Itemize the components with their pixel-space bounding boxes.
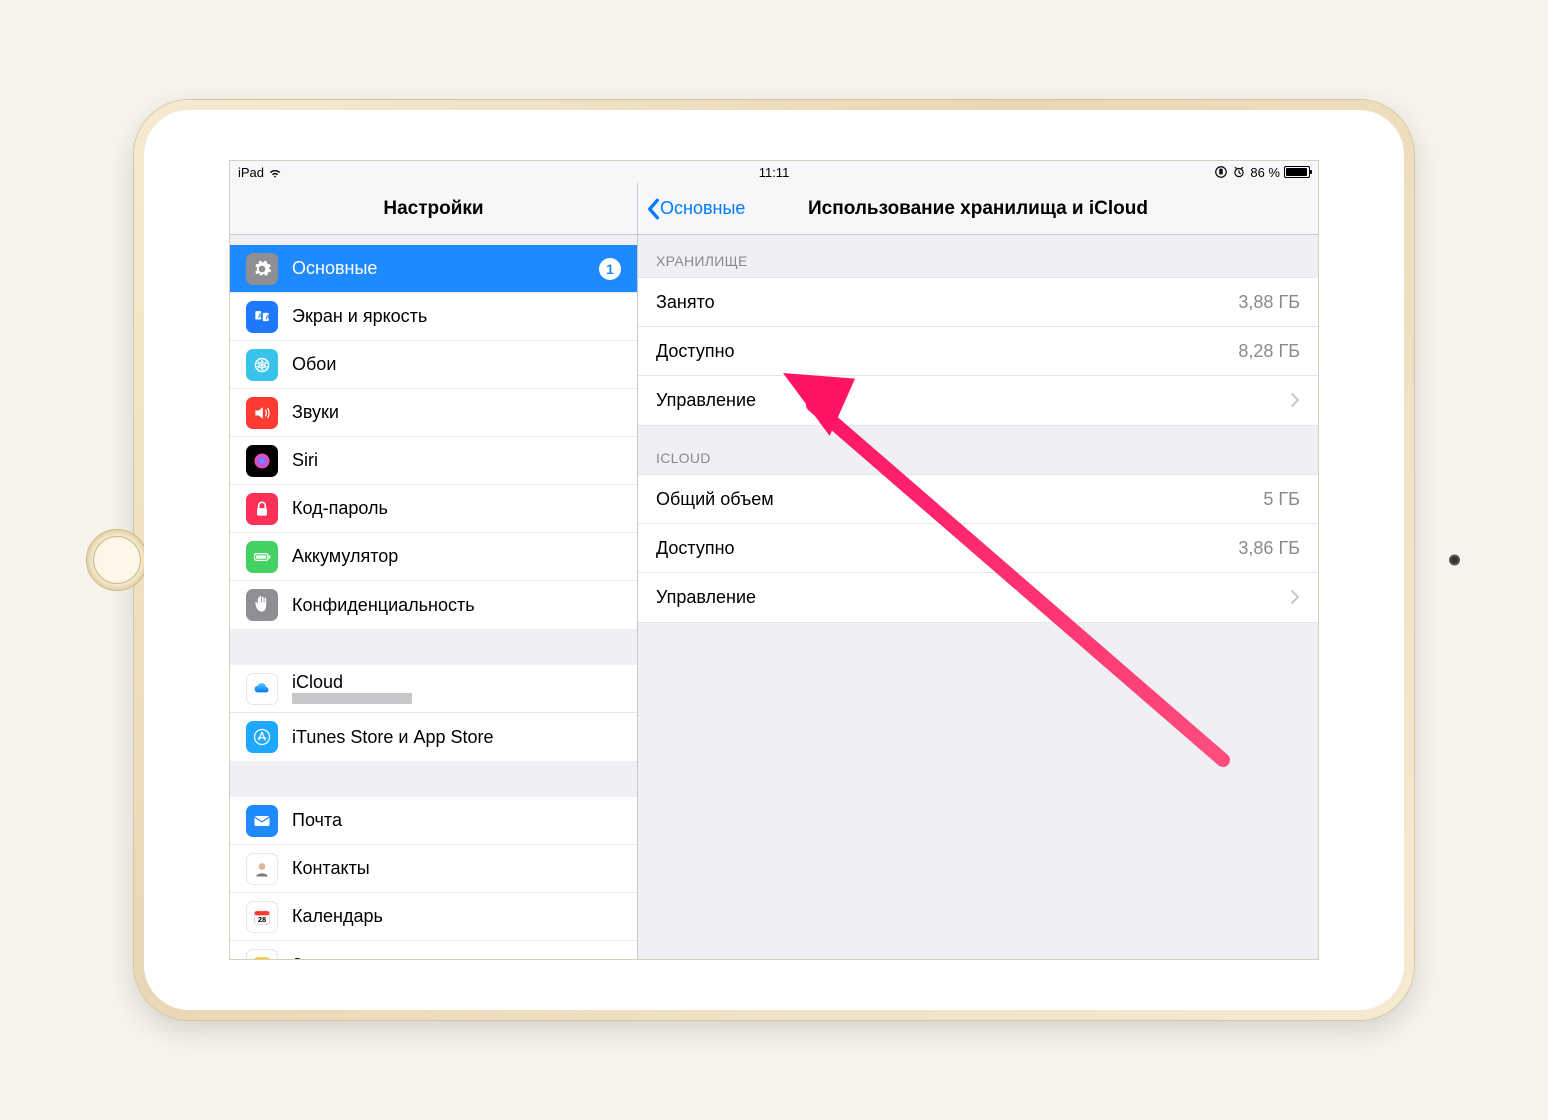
sidebar-item-hand[interactable]: Конфиденциальность [230,581,637,629]
detail-row: Общий объем 5 ГБ [638,475,1318,524]
detail-row-label: Управление [656,390,756,411]
notes-icon [246,949,278,959]
detail-row-value: 3,86 ГБ [1238,538,1300,559]
contacts-icon [246,853,278,885]
battery-icon [246,541,278,573]
sidebar-item-label: Обои [292,354,621,375]
siri-icon [246,445,278,477]
detail-row-label: Управление [656,587,756,608]
settings-sidebar[interactable]: Основные 1 AA Экран и яркость Обои Звуки Siri К… [230,235,638,959]
sidebar-item-label: Конфиденциальность [292,595,621,616]
svg-text:A: A [265,314,270,321]
sidebar-item-brightness[interactable]: AA Экран и яркость [230,293,637,341]
detail-row-label: Доступно [656,538,735,559]
device-label: iPad [238,165,264,180]
wifi-icon [268,165,282,179]
mail-icon [246,805,278,837]
detail-row[interactable]: Управление [638,376,1318,425]
sidebar-item-appstore[interactable]: iTunes Store и App Store [230,713,637,761]
settings-group: Общий объем 5 ГБ Доступно 3,86 ГБ Управление [638,474,1318,623]
detail-row-label: Общий объем [656,489,774,510]
clock: 11:11 [759,165,790,180]
section-header: ICLOUD [638,426,1318,474]
settings-title-label: Настройки [383,198,483,220]
gear-icon [246,253,278,285]
sidebar-item-calendar[interactable]: 28 Календарь [230,893,637,941]
brightness-icon: AA [246,301,278,333]
badge: 1 [599,258,621,280]
sidebar-item-gear[interactable]: Основные 1 [230,245,637,293]
sidebar-item-label: Почта [292,810,621,831]
detail-row: Доступно 8,28 ГБ [638,327,1318,376]
ipad-frame: iPad 11:11 86 % Настройки [134,100,1414,1020]
sidebar-item-sound[interactable]: Звуки [230,389,637,437]
detail-header: Основные Использование хранилища и iClou… [638,183,1318,234]
sidebar-item-label: iCloud [292,673,412,691]
chevron-right-icon [1290,388,1300,414]
svg-text:28: 28 [258,915,266,924]
detail-pane: ХРАНИЛИЩЕ Занято 3,88 ГБ Доступно 8,28 ГБ Упр… [638,235,1318,959]
appstore-icon [246,721,278,753]
sidebar-item-label: Код-пароль [292,498,621,519]
lock-icon [246,493,278,525]
sidebar-item-label: Заметки [292,955,621,960]
sidebar-title: Настройки [230,183,638,234]
sidebar-item-lock[interactable]: Код-пароль [230,485,637,533]
home-button[interactable] [86,529,148,591]
sidebar-item-label: Аккумулятор [292,546,621,567]
screen: iPad 11:11 86 % Настройки [229,160,1319,960]
calendar-icon: 28 [246,901,278,933]
detail-row-value: 3,88 ГБ [1238,292,1300,313]
wallpaper-icon [246,349,278,381]
detail-row[interactable]: Управление [638,573,1318,622]
sidebar-item-contacts[interactable]: Контакты [230,845,637,893]
chevron-left-icon [646,198,660,220]
sidebar-item-label: Siri [292,450,621,471]
chevron-right-icon [1290,585,1300,611]
redacted-text [292,693,412,704]
sidebar-item-siri[interactable]: Siri [230,437,637,485]
sidebar-item-battery[interactable]: Аккумулятор [230,533,637,581]
detail-row-value: 5 ГБ [1263,489,1300,510]
detail-row-label: Занято [656,292,715,313]
hand-icon [246,589,278,621]
detail-row: Занято 3,88 ГБ [638,278,1318,327]
section-header: ХРАНИЛИЩЕ [638,235,1318,277]
front-camera [1449,555,1460,566]
battery-percent: 86 % [1250,165,1280,180]
sidebar-item-label: Экран и яркость [292,306,621,327]
svg-text:A: A [258,312,263,319]
detail-row-value: 8,28 ГБ [1238,341,1300,362]
sidebar-item-label: Основные [292,258,585,279]
sidebar-item-label: Календарь [292,906,621,927]
sidebar-item-notes[interactable]: Заметки [230,941,637,959]
sidebar-item-label: iTunes Store и App Store [292,727,621,748]
sidebar-item-mail[interactable]: Почта [230,797,637,845]
status-bar: iPad 11:11 86 % [230,161,1318,183]
back-button[interactable]: Основные [646,198,745,220]
detail-row-label: Доступно [656,341,735,362]
cloud-icon [246,673,278,705]
settings-group: Занято 3,88 ГБ Доступно 8,28 ГБ Управление [638,277,1318,426]
sound-icon [246,397,278,429]
detail-title-label: Использование хранилища и iCloud [808,198,1148,220]
detail-row: Доступно 3,86 ГБ [638,524,1318,573]
alarm-icon [1232,165,1246,179]
navigation-headers: Настройки Основные Использование хранили… [230,183,1318,235]
sidebar-item-wallpaper[interactable]: Обои [230,341,637,389]
sidebar-item-label: Контакты [292,858,621,879]
rotation-lock-icon [1214,165,1228,179]
sidebar-item-label: Звуки [292,402,621,423]
battery-icon [1284,166,1310,178]
back-button-label: Основные [660,198,745,219]
sidebar-item-cloud[interactable]: iCloud [230,665,637,713]
